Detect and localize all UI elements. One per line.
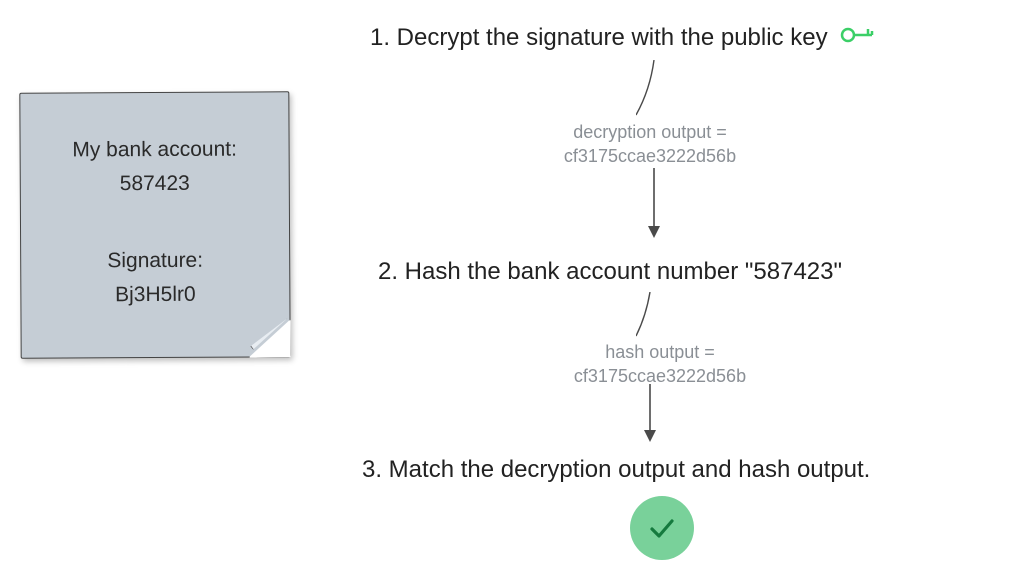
note-fold-corner [248, 319, 290, 357]
note-account-label: My bank account: [21, 132, 289, 167]
decryption-output-label: decryption output = [530, 120, 770, 144]
success-checkmark-icon [630, 496, 694, 560]
key-icon [840, 24, 874, 53]
decryption-output: decryption output = cf3175ccae3222d56b [530, 120, 770, 169]
hash-output-label: hash output = [540, 340, 780, 364]
note-signature-label: Signature: [21, 243, 289, 278]
step-3-text: 3. Match the decryption output and hash … [362, 456, 870, 484]
hash-output: hash output = cf3175ccae3222d56b [540, 340, 780, 389]
note-account-number: 587423 [21, 166, 289, 201]
decryption-output-value: cf3175ccae3222d56b [530, 144, 770, 168]
note-signature-value: Bj3H5lr0 [21, 277, 289, 312]
step-1-label: 1. Decrypt the signature with the public… [370, 24, 828, 51]
hash-output-value: cf3175ccae3222d56b [540, 364, 780, 388]
bank-account-note: My bank account: 587423 Signature: Bj3H5… [19, 91, 290, 358]
step-1-text: 1. Decrypt the signature with the public… [370, 24, 874, 53]
step-2-text: 2. Hash the bank account number "587423" [378, 258, 842, 286]
